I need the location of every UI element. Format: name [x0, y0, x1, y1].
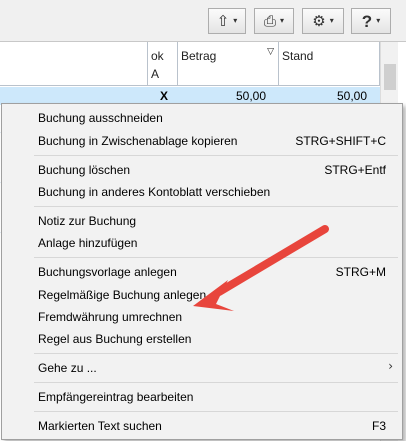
chevron-down-icon: ▾: [376, 16, 381, 25]
column-header-label: ok: [151, 49, 164, 63]
menu-separator: [34, 257, 398, 258]
menu-item-shortcut: STRG+Entf: [324, 163, 386, 177]
column-header-label: Stand: [282, 49, 314, 63]
column-header-stand[interactable]: Stand: [279, 42, 380, 86]
menu-item-shortcut: F3: [371, 419, 386, 433]
menu-item-label: Buchung löschen: [38, 163, 131, 177]
ok-cell[interactable]: X: [160, 89, 168, 103]
chevron-down-icon: ▾: [233, 16, 238, 25]
menu-item-label: Notiz zur Buchung: [38, 214, 137, 228]
menu-item-label: Buchung ausschneiden: [38, 111, 163, 125]
menu-item-search-selected-text[interactable]: Markierten Text suchen F3: [2, 415, 402, 437]
menu-item-shortcut: STRG+M: [335, 265, 386, 279]
menu-item-shortcut: STRG+SHIFT+C: [295, 134, 386, 148]
menu-item-label: Regelmäßige Buchung anlegen: [38, 288, 207, 302]
context-menu: Buchung ausschneiden Buchung in Zwischen…: [1, 103, 403, 440]
export-icon: ⇧: [216, 11, 230, 30]
print-button[interactable]: ⎙ ▾: [254, 8, 294, 34]
stand-cell[interactable]: 50,00: [337, 89, 367, 103]
menu-item-convert-currency[interactable]: Fremdwährung umrechnen: [2, 306, 402, 328]
menu-separator: [34, 353, 398, 354]
menu-item-create-template[interactable]: Buchungsvorlage anlegen STRG+M: [2, 261, 402, 283]
settings-button[interactable]: ⚙ ▾: [302, 8, 344, 34]
chevron-right-icon: ›: [388, 359, 393, 373]
menu-item-add-attachment[interactable]: Anlage hinzufügen: [2, 232, 402, 254]
help-button[interactable]: ? ▾: [351, 8, 391, 34]
betrag-cell[interactable]: 50,00: [236, 89, 266, 103]
column-header-ok[interactable]: ok A: [148, 42, 178, 86]
menu-item-label: Markierten Text suchen: [38, 419, 162, 433]
menu-item-note[interactable]: Notiz zur Buchung: [2, 210, 402, 232]
toolbar: ⇧ ▾ ⎙ ▾ ⚙ ▾ ? ▾: [0, 0, 406, 42]
column-header-label: Betrag: [181, 49, 217, 63]
menu-separator: [34, 206, 398, 207]
menu-item-copy-to-clipboard[interactable]: Buchung in Zwischenablage kopieren STRG+…: [2, 130, 402, 152]
export-button[interactable]: ⇧ ▾: [208, 8, 246, 34]
menu-separator: [34, 382, 398, 383]
chevron-down-icon: ▾: [280, 16, 285, 25]
menu-item-cut[interactable]: Buchung ausschneiden: [2, 107, 402, 129]
menu-item-label: Anlage hinzufügen: [38, 236, 138, 250]
menu-item-label: Fremdwährung umrechnen: [38, 310, 183, 324]
menu-item-move-to-other-account[interactable]: Buchung in anderes Kontoblatt verschiebe…: [2, 181, 402, 203]
sort-icon[interactable]: ▽: [267, 47, 274, 57]
menu-separator: [34, 411, 398, 412]
menu-item-edit-payee[interactable]: Empfängereintrag bearbeiten: [2, 386, 402, 408]
gear-icon: ⚙: [312, 11, 326, 30]
menu-item-recurring-booking[interactable]: Regelmäßige Buchung anlegen: [2, 284, 402, 306]
menu-item-label: Buchungsvorlage anlegen: [38, 265, 177, 279]
column-header-blank[interactable]: [0, 42, 148, 86]
column-header-betrag[interactable]: Betrag ▽: [178, 42, 279, 86]
menu-separator: [34, 155, 398, 156]
scrollbar-thumb[interactable]: [384, 64, 396, 90]
chevron-down-icon: ▾: [329, 16, 334, 25]
printer-icon: ⎙: [263, 11, 276, 30]
help-icon: ?: [361, 11, 373, 31]
menu-item-delete[interactable]: Buchung löschen STRG+Entf: [2, 159, 402, 181]
menu-item-create-rule[interactable]: Regel aus Buchung erstellen: [2, 328, 402, 350]
menu-item-label: Regel aus Buchung erstellen: [38, 332, 192, 346]
menu-item-label: Gehe zu ...: [38, 361, 97, 375]
column-header-label: A: [151, 67, 160, 81]
menu-item-label: Empfängereintrag bearbeiten: [38, 390, 194, 404]
menu-item-go-to[interactable]: Gehe zu ... ›: [2, 357, 402, 379]
menu-item-label: Buchung in anderes Kontoblatt verschiebe…: [38, 185, 271, 199]
menu-item-label: Buchung in Zwischenablage kopieren: [38, 134, 238, 148]
